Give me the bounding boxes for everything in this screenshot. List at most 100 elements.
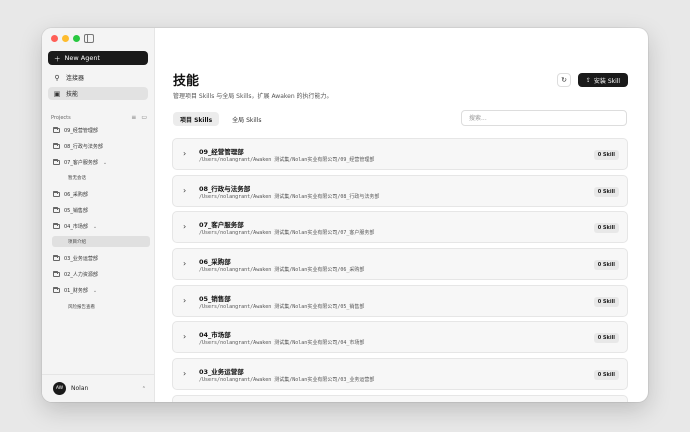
list-item[interactable]: › 08_行政与法务部 /Users/nolangrant/Awaken 测试集…	[172, 174, 628, 207]
skill-count-badge: 0 Skill	[593, 333, 619, 344]
row-path: /Users/nolangrant/Awaken 测试集/Nolan实业有限公司…	[199, 377, 375, 384]
skill-count-badge: 0 Skill	[593, 186, 619, 197]
list-item[interactable]: › 05_销售部 /Users/nolangrant/Awaken 测试集/No…	[172, 284, 628, 317]
project-label: 01_财务部	[64, 288, 88, 294]
refresh-icon: ↻	[561, 76, 567, 84]
chevron-right-icon: ›	[183, 369, 187, 379]
chevron-down-icon: ⌄	[102, 159, 108, 166]
row-path: /Users/nolangrant/Awaken 测试集/Nolan实业有限公司…	[199, 267, 365, 274]
chevron-down-icon: ⌄	[92, 287, 98, 294]
skill-count-badge: 0 Skill	[593, 223, 619, 234]
chevron-down-icon: ⌄	[92, 223, 98, 230]
filter-icon[interactable]: ≡	[131, 114, 136, 121]
projects-header: Projects ≡ ▭	[51, 114, 147, 121]
project-label: 05_销售部	[64, 208, 88, 214]
sidebar-item-label: 连接器	[66, 75, 85, 82]
sidebar-item-connectors[interactable]: ⚲ 连接器	[48, 71, 148, 84]
user-menu[interactable]: AW Nolan ⌃	[42, 374, 154, 402]
row-name: 04_市场部	[199, 331, 231, 340]
row-name: 05_销售部	[199, 294, 231, 303]
folder-open-icon	[53, 159, 60, 165]
list-item[interactable]: › 09_经营管理部 /Users/nolangrant/Awaken 测试集/…	[172, 138, 628, 170]
session-item[interactable]: 风险报告查看	[52, 301, 150, 312]
page-title: 技能	[173, 74, 200, 89]
row-path: /Users/nolangrant/Awaken 测试集/Nolan实业有限公司…	[199, 340, 365, 347]
chevron-right-icon: ›	[183, 149, 187, 158]
project-label: 09_经营管理部	[64, 128, 98, 134]
list-item-partial[interactable]	[172, 394, 628, 402]
avatar: AW	[53, 382, 66, 395]
briefcase-icon: ▣	[53, 89, 61, 98]
session-item[interactable]: 项目介绍	[52, 236, 150, 247]
folder-icon	[53, 207, 60, 213]
project-item-05[interactable]: 05_销售部	[48, 205, 148, 216]
project-label: 02_人力资源部	[64, 272, 98, 278]
project-item-02[interactable]: 02_人力资源部	[48, 269, 148, 280]
project-item-07[interactable]: 07_客户服务部 ⌄	[48, 157, 148, 168]
folder-open-icon	[53, 287, 60, 293]
row-path: /Users/nolangrant/Awaken 测试集/Nolan实业有限公司…	[199, 157, 375, 163]
row-name: 09_经营管理部	[199, 148, 244, 156]
project-item-01[interactable]: 01_财务部 ⌄	[48, 285, 148, 296]
plus-icon: ＋	[54, 55, 61, 63]
projects-title: Projects	[51, 114, 71, 121]
list-item[interactable]: › 04_市场部 /Users/nolangrant/Awaken 测试集/No…	[172, 321, 628, 354]
refresh-button[interactable]: ↻	[557, 73, 571, 87]
project-item-08[interactable]: 08_行政与法务部	[48, 141, 148, 152]
chevron-right-icon: ›	[183, 259, 187, 269]
sidebar-item-skills[interactable]: ▣ 技能	[48, 87, 148, 100]
row-path: /Users/nolangrant/Awaken 测试集/Nolan实业有限公司…	[199, 303, 365, 310]
project-skill-list: › 09_经营管理部 /Users/nolangrant/Awaken 测试集/…	[172, 138, 628, 402]
row-name: 06_采购部	[199, 258, 231, 267]
window-controls	[51, 35, 80, 42]
session-label: 风险报告查看	[68, 304, 95, 310]
main-content: 技能 管理项目 Skills 与全局 Skills，扩展 Awaken 的执行能…	[155, 28, 648, 402]
sidebar-item-label: 技能	[66, 91, 79, 98]
row-path: /Users/nolangrant/Awaken 测试集/Nolan实业有限公司…	[199, 230, 375, 237]
chevron-up-icon: ⌃	[141, 385, 146, 392]
tabs: 项目 Skills 全局 Skills	[173, 112, 268, 126]
close-window-button[interactable]	[51, 35, 58, 42]
sidebar-toggle-icon[interactable]	[84, 34, 94, 43]
chevron-right-icon: ›	[183, 185, 187, 195]
minimize-window-button[interactable]	[62, 35, 69, 42]
list-item[interactable]: › 07_客户服务部 /Users/nolangrant/Awaken 测试集/…	[172, 211, 628, 244]
folder-icon	[53, 191, 60, 197]
user-name: Nolan	[71, 385, 89, 392]
folder-icon	[53, 255, 60, 261]
chevron-right-icon: ›	[183, 332, 187, 342]
install-skill-label: 安装 Skill	[593, 77, 621, 85]
skill-count-badge: 0 Skill	[593, 370, 619, 381]
new-agent-label: New Agent	[64, 54, 100, 62]
page-subtitle: 管理项目 Skills 与全局 Skills，扩展 Awaken 的执行能力。	[173, 93, 333, 100]
project-item-09[interactable]: 09_经营管理部	[48, 125, 148, 136]
project-item-06[interactable]: 06_采购部	[48, 189, 148, 200]
folder-icon	[53, 143, 60, 149]
project-label: 03_业务运营部	[64, 256, 98, 262]
plug-icon: ⚲	[54, 73, 60, 82]
session-item[interactable]: 暂无会话	[52, 172, 150, 183]
new-agent-button[interactable]: ＋ New Agent	[48, 51, 148, 65]
list-item[interactable]: › 03_业务运营部 /Users/nolangrant/Awaken 测试集/…	[172, 358, 628, 391]
tab-project-skills[interactable]: 项目 Skills	[173, 112, 220, 126]
skill-count-badge: 0 Skill	[593, 296, 619, 307]
list-item[interactable]: › 06_采购部 /Users/nolangrant/Awaken 测试集/No…	[172, 248, 628, 281]
row-path: /Users/nolangrant/Awaken 测试集/Nolan实业有限公司…	[199, 193, 380, 200]
upload-icon: ⇪	[585, 76, 591, 84]
session-label: 暂无会话	[68, 175, 86, 181]
new-folder-icon[interactable]: ▭	[141, 114, 147, 121]
zoom-window-button[interactable]	[73, 35, 80, 42]
project-label: 08_行政与法务部	[64, 144, 103, 150]
chevron-right-icon: ›	[183, 222, 187, 232]
folder-icon	[53, 271, 60, 277]
install-skill-button[interactable]: ⇪ 安装 Skill	[578, 73, 628, 87]
search-input[interactable]	[461, 110, 627, 126]
project-item-03[interactable]: 03_业务运营部	[48, 253, 148, 264]
folder-icon	[53, 127, 60, 133]
app-window: ＋ New Agent ⚲ 连接器 ▣ 技能 Projects ≡ ▭ 09_经…	[42, 28, 648, 402]
skill-count-badge: 0 Skill	[593, 150, 619, 160]
row-name: 03_业务运营部	[199, 368, 244, 377]
tab-global-skills[interactable]: 全局 Skills	[225, 112, 268, 126]
project-item-04[interactable]: 04_市场部 ⌄	[48, 221, 148, 232]
project-label: 06_采购部	[64, 192, 88, 198]
